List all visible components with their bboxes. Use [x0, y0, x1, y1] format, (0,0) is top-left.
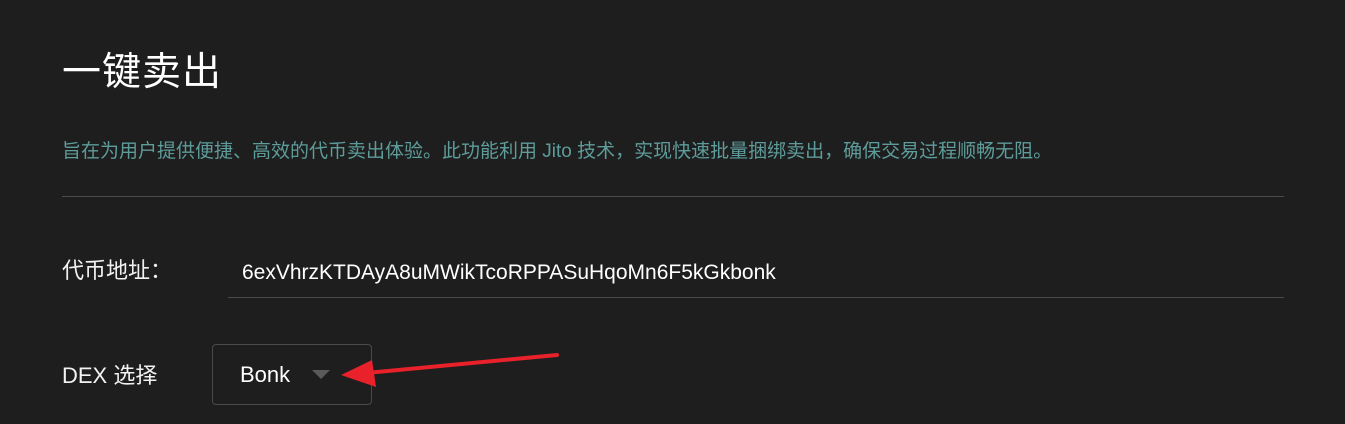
- chevron-down-icon: [312, 370, 330, 379]
- section-divider: [62, 196, 1284, 197]
- page-description: 旨在为用户提供便捷、高效的代币卖出体验。此功能利用 Jito 技术，实现快速批量…: [62, 141, 1053, 162]
- dex-selected-value: Bonk: [240, 362, 291, 387]
- dex-select-label: DEX 选择: [62, 363, 158, 388]
- token-address-label: 代币地址：: [62, 258, 173, 283]
- token-address-input[interactable]: [228, 248, 1284, 298]
- one-click-sell-page: 一键卖出 旨在为用户提供便捷、高效的代币卖出体验。此功能利用 Jito 技术，实…: [0, 0, 1345, 424]
- annotation-arrow-shaft: [364, 353, 559, 375]
- page-title: 一键卖出: [62, 51, 223, 94]
- dex-select-dropdown[interactable]: Bonk: [212, 344, 372, 405]
